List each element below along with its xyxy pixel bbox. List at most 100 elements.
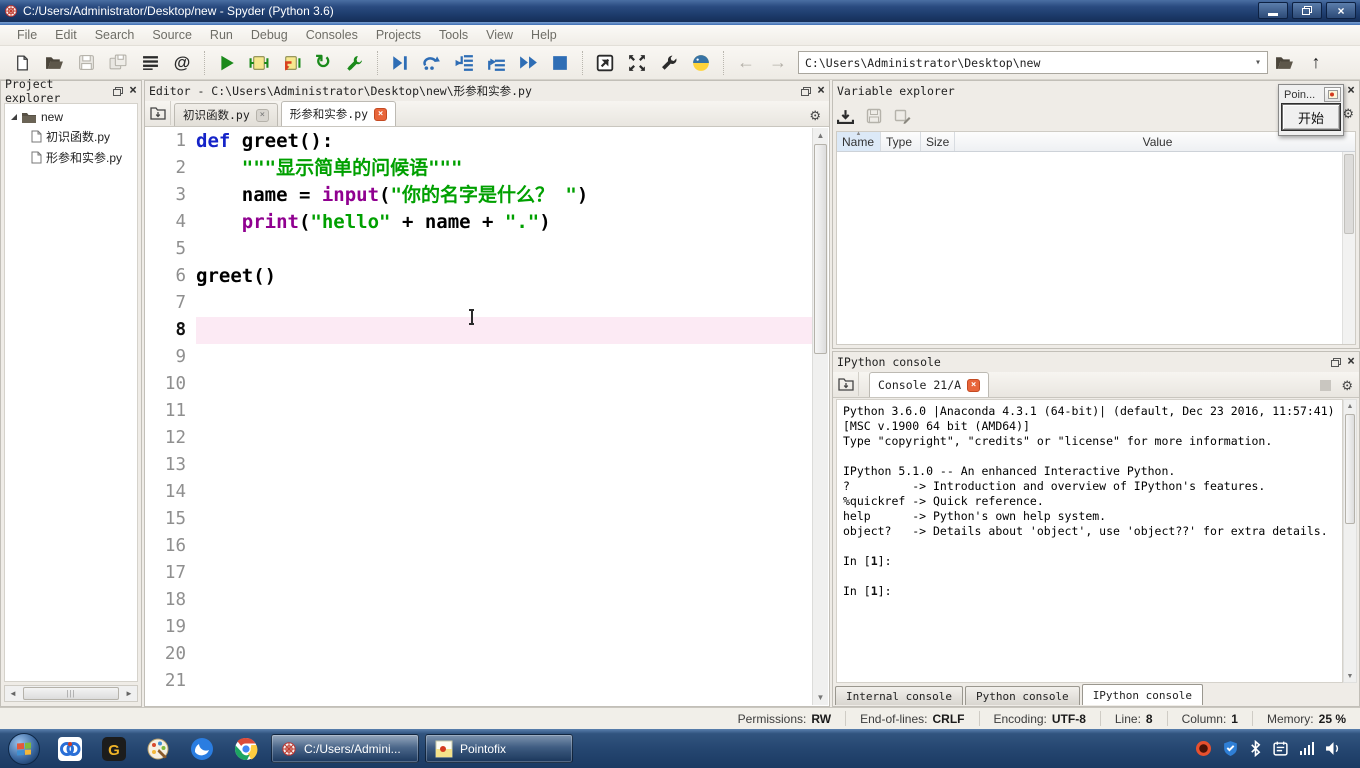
taskbar-pointofix-button[interactable]: Pointofix <box>425 734 573 763</box>
scroll-down-icon[interactable]: ▼ <box>813 690 828 705</box>
editor-options-gear-icon[interactable]: ⚙ <box>809 109 821 122</box>
notes-tray-icon[interactable] <box>1272 740 1289 757</box>
save-all-button[interactable] <box>104 49 132 77</box>
forward-button[interactable]: → <box>764 49 792 77</box>
continue-button[interactable] <box>514 49 542 77</box>
close-button[interactable]: × <box>1326 2 1356 19</box>
scroll-right-icon[interactable]: ► <box>121 686 137 701</box>
restore-button[interactable] <box>1292 2 1322 19</box>
pointofix-start-button[interactable]: 开始 <box>1282 104 1340 130</box>
column-header-size[interactable]: Size <box>921 132 955 151</box>
menu-item-view[interactable]: View <box>477 26 522 44</box>
editor-tab[interactable]: 初识函数.py× <box>174 103 278 126</box>
code-editor[interactable]: 1def greet():2 """显示简单的问候语"""3 name = in… <box>146 128 812 705</box>
symbol-finder-button[interactable]: @ <box>168 49 196 77</box>
network-signal-icon[interactable] <box>1300 742 1315 755</box>
close-icon[interactable]: × <box>129 86 137 96</box>
preferences-button[interactable] <box>655 49 683 77</box>
step-into-button[interactable] <box>450 49 478 77</box>
expand-triangle-icon[interactable] <box>11 114 17 120</box>
scrollbar-thumb[interactable]: ||| <box>23 687 119 700</box>
pointofix-window[interactable]: Poin... 开始 <box>1278 84 1344 136</box>
browse-directory-button[interactable] <box>1270 49 1298 77</box>
volume-icon[interactable] <box>1325 741 1342 756</box>
variables-table[interactable]: ▲NameTypeSizeValue <box>836 131 1356 345</box>
save-data-button[interactable] <box>866 108 882 124</box>
scrollbar-thumb[interactable] <box>814 144 827 354</box>
taskbar-app-icon-2[interactable]: G <box>99 734 129 764</box>
menu-item-edit[interactable]: Edit <box>46 26 86 44</box>
start-button[interactable] <box>8 733 40 765</box>
taskbar-chrome-icon[interactable] <box>231 734 261 764</box>
stop-debug-button[interactable] <box>546 49 574 77</box>
step-over-button[interactable] <box>418 49 446 77</box>
save-data-as-button[interactable] <box>894 108 911 124</box>
scroll-left-icon[interactable]: ◄ <box>5 686 21 701</box>
console-tab[interactable]: Console 21/A × <box>869 372 989 397</box>
chevron-down-icon[interactable]: ▾ <box>1255 57 1261 68</box>
project-tree[interactable]: new 初识函数.py形参和实参.py <box>4 103 138 682</box>
security-shield-icon[interactable] <box>1222 740 1239 757</box>
browse-tabs-button[interactable] <box>145 101 171 125</box>
menu-item-search[interactable]: Search <box>86 26 144 44</box>
editor-vertical-scrollbar[interactable]: ▲ ▼ <box>812 128 828 705</box>
pointofix-icon[interactable] <box>1324 87 1341 102</box>
run-file-button[interactable] <box>213 49 241 77</box>
scrollbar-thumb[interactable] <box>1344 154 1354 234</box>
file-switcher-button[interactable] <box>136 49 164 77</box>
debug-file-button[interactable] <box>386 49 414 77</box>
menu-item-consoles[interactable]: Consoles <box>297 26 367 44</box>
taskbar-app-icon-3[interactable] <box>187 734 217 764</box>
recording-tray-icon[interactable] <box>1196 741 1211 756</box>
undock-icon[interactable] <box>1331 360 1339 367</box>
window-titlebar[interactable]: C:/Users/Administrator/Desktop/new - Spy… <box>0 0 1360 22</box>
menu-item-run[interactable]: Run <box>201 26 242 44</box>
menu-item-source[interactable]: Source <box>143 26 201 44</box>
taskbar-app-icon-1[interactable] <box>55 734 85 764</box>
console-area-tab-ipython-console[interactable]: IPython console <box>1082 684 1203 705</box>
project-file[interactable]: 初识函数.py <box>5 126 137 147</box>
close-icon[interactable]: × <box>1347 357 1355 367</box>
project-file[interactable]: 形参和实参.py <box>5 147 137 168</box>
save-button[interactable] <box>72 49 100 77</box>
close-tab-icon[interactable]: × <box>256 109 269 122</box>
console-vertical-scrollbar[interactable]: ▲ ▼ <box>1343 399 1357 683</box>
scroll-up-icon[interactable]: ▲ <box>1344 400 1356 412</box>
console-area-tab-python-console[interactable]: Python console <box>965 686 1080 705</box>
menu-item-projects[interactable]: Projects <box>367 26 430 44</box>
parent-directory-button[interactable]: ↑ <box>1302 49 1330 77</box>
column-header-type[interactable]: Type <box>881 132 921 151</box>
configure-run-button[interactable] <box>341 49 369 77</box>
import-data-button[interactable] <box>837 109 854 124</box>
taskbar-spyder-window-button[interactable]: C:/Users/Admini... <box>271 734 419 763</box>
table-vertical-scrollbar[interactable] <box>1342 152 1355 344</box>
interrupt-kernel-icon[interactable] <box>1320 380 1331 391</box>
new-file-button[interactable] <box>8 49 36 77</box>
maximize-pane-button[interactable] <box>591 49 619 77</box>
taskbar-paint-app-icon[interactable] <box>143 734 173 764</box>
open-file-button[interactable] <box>40 49 68 77</box>
back-button[interactable]: ← <box>732 49 760 77</box>
close-tab-icon[interactable]: × <box>967 379 980 392</box>
scroll-down-icon[interactable]: ▼ <box>1344 670 1356 682</box>
project-root-folder[interactable]: new <box>5 108 137 126</box>
close-tab-icon[interactable]: × <box>374 108 387 121</box>
undock-icon[interactable] <box>801 89 809 96</box>
scroll-up-icon[interactable]: ▲ <box>813 128 828 143</box>
column-header-name[interactable]: ▲Name <box>837 132 881 151</box>
menu-item-file[interactable]: File <box>8 26 46 44</box>
menu-item-debug[interactable]: Debug <box>242 26 297 44</box>
horizontal-scrollbar[interactable]: ◄ ||| ► <box>4 685 138 702</box>
step-return-button[interactable] <box>482 49 510 77</box>
menu-item-tools[interactable]: Tools <box>430 26 477 44</box>
console-output[interactable]: Python 3.6.0 |Anaconda 4.3.1 (64-bit)| (… <box>836 399 1343 683</box>
fullscreen-button[interactable] <box>623 49 651 77</box>
bluetooth-icon[interactable] <box>1250 740 1261 757</box>
undock-icon[interactable] <box>113 89 121 96</box>
python-path-button[interactable] <box>687 49 715 77</box>
menu-item-help[interactable]: Help <box>522 26 566 44</box>
browse-tabs-button[interactable] <box>833 372 859 396</box>
minimize-button[interactable] <box>1258 2 1288 19</box>
console-options-gear-icon[interactable]: ⚙ <box>1341 379 1353 392</box>
console-area-tab-internal-console[interactable]: Internal console <box>835 686 963 705</box>
